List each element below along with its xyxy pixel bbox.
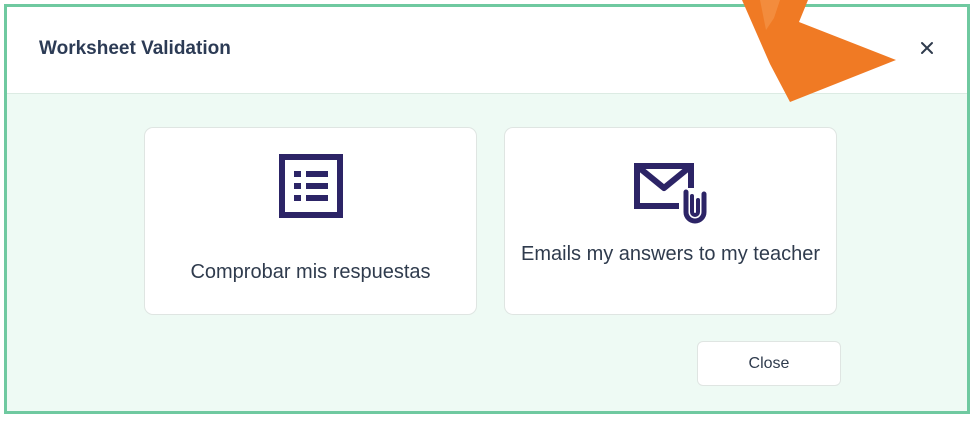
check-answers-label: Comprobar mis respuestas xyxy=(190,261,431,283)
check-answers-option[interactable]: Comprobar mis respuestas xyxy=(144,127,477,315)
email-teacher-label: Emails my answers to my teacher xyxy=(521,243,820,265)
close-button[interactable]: Close xyxy=(697,341,841,386)
close-icon[interactable] xyxy=(913,34,941,62)
email-attachment-icon xyxy=(505,154,836,226)
worksheet-validation-dialog: Worksheet Validation Comprobar mis respu… xyxy=(4,4,970,414)
dialog-title: Worksheet Validation xyxy=(39,38,231,59)
list-icon xyxy=(145,154,476,218)
dialog-header: Worksheet Validation xyxy=(7,7,967,94)
email-teacher-option[interactable]: Emails my answers to my teacher xyxy=(504,127,837,315)
